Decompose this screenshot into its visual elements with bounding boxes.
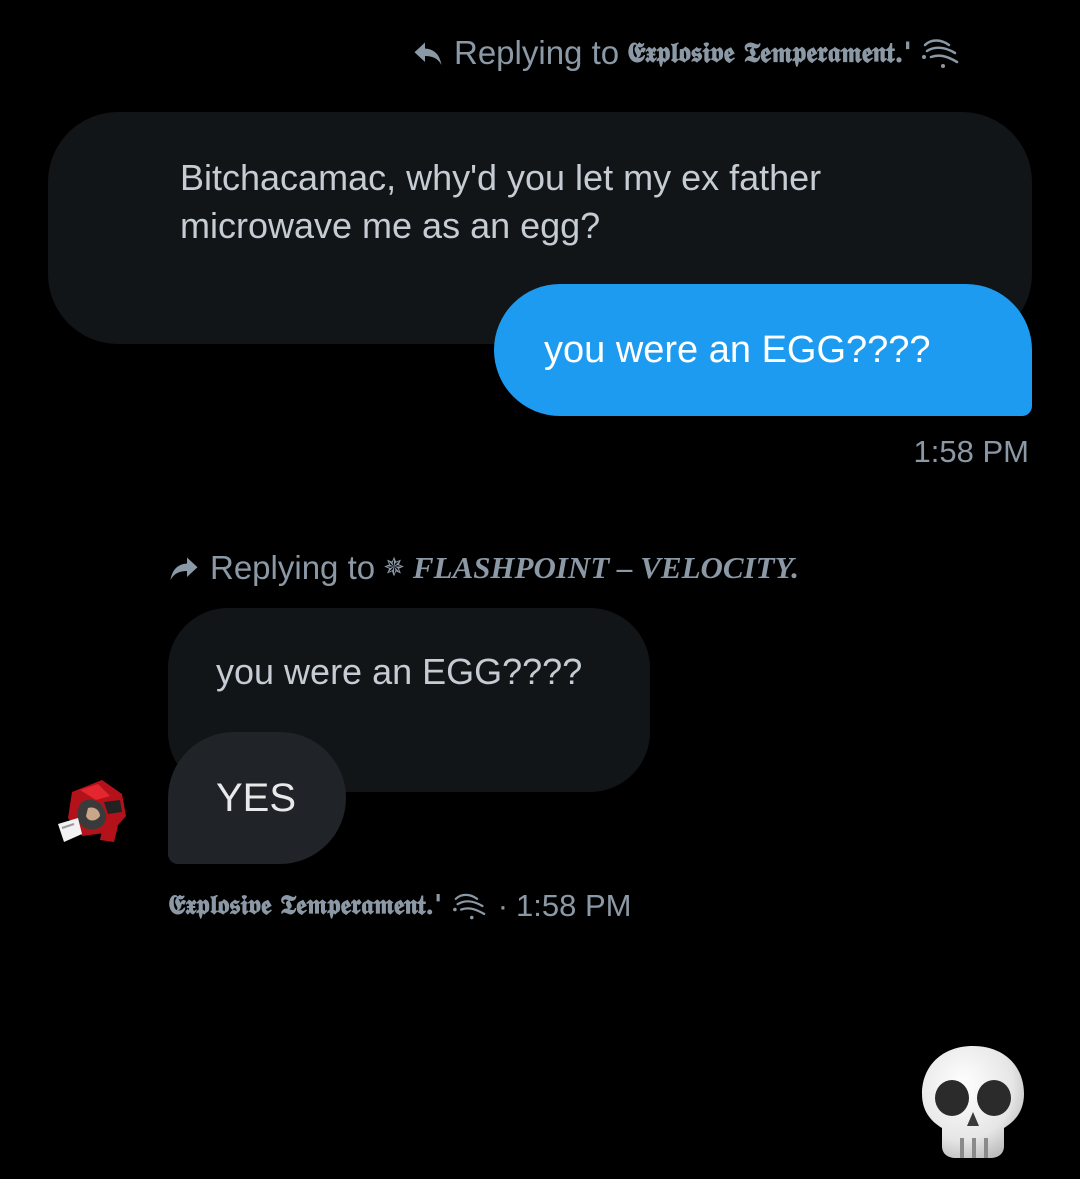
sent-message-timestamp: 1:58 PM [913,434,1029,469]
reply-context-prefix: Replying to [454,34,620,71]
quoted-message-text: Bitchacamac, why'd you let my ex father … [180,157,822,246]
quoted-reply-text: you were an EGG???? [216,651,583,692]
reply-context-prefix: Replying to [210,549,376,586]
sender-name: 𝕰𝖝𝖕𝖑𝖔𝖘𝖎𝖛𝖊 𝕿𝖊𝖒𝖕𝖊𝖗𝖆𝖒𝖊𝖓𝖙.' [168,890,442,921]
reply-context-name: FLASHPOINT – VELOCITY. [412,550,799,585]
skull-emoji-icon [922,1046,1024,1158]
wave-flourish-icon [452,893,486,920]
reply-context-name: 𝕰𝖝𝖕𝖑𝖔𝖘𝖎𝖛𝖊 𝕿𝖊𝖒𝖕𝖊𝖗𝖆𝖒𝖊𝖓𝖙.' [627,36,912,69]
star-symbol-icon: ✵ [383,553,405,583]
received-message-meta: 𝕰𝖝𝖕𝖑𝖔𝖘𝖎𝖛𝖊 𝕿𝖊𝖒𝖕𝖊𝖗𝖆𝖒𝖊𝖓𝖙.' · 1:58 PM [168,888,632,924]
reply-context-top[interactable]: Replying to 𝕰𝖝𝖕𝖑𝖔𝖘𝖎𝖛𝖊 𝕿𝖊𝖒𝖕𝖊𝖗𝖆𝖒𝖊𝖓𝖙.' [410,34,963,72]
received-message-bubble[interactable]: YES [168,732,346,864]
received-message-text: YES [216,776,297,820]
reply-context-bottom[interactable]: Replying to ✵ FLASHPOINT – VELOCITY. [166,549,799,587]
forward-arrow-icon [170,557,198,580]
received-message-timestamp: 1:58 PM [516,888,632,923]
meta-separator: · [497,888,509,923]
sent-message-bubble[interactable]: you were an EGG???? [494,284,1032,416]
sender-avatar[interactable] [52,772,134,854]
reply-arrow-icon [414,42,442,65]
sent-message-text: you were an EGG???? [544,329,931,371]
wave-flourish-icon [922,39,959,68]
